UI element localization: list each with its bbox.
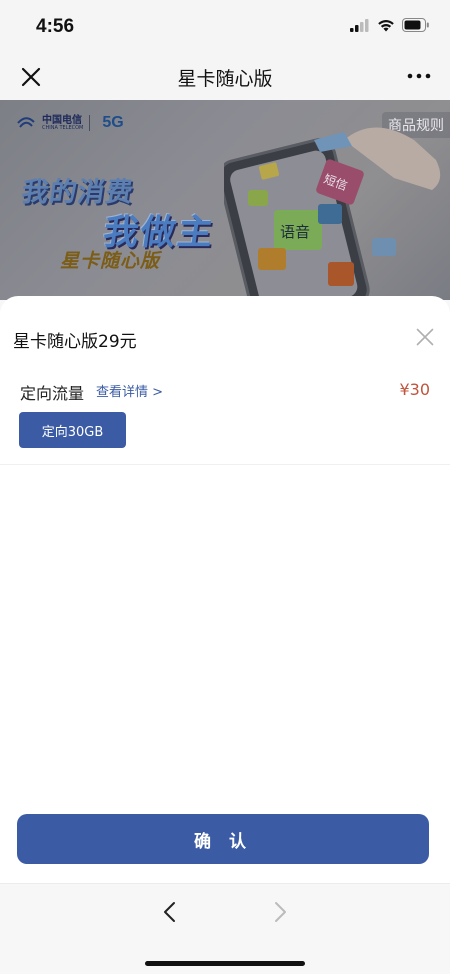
page-title: 星卡随心版 [177,68,273,90]
wifi-icon [378,19,394,31]
brand-5g: 5G [102,114,124,131]
view-details-link[interactable]: 查看详情 > [96,381,163,400]
status-bar: 4:56 [0,0,450,52]
sheet-close-icon[interactable] [416,328,434,346]
phone-illustration: 短信 语音 [224,127,441,300]
puzzle-label-voice: 语音 [280,223,310,241]
product-mark: 星卡随心版 [60,250,161,272]
brand-logo: 中国电信 CHINA TELECOM 5G [16,114,124,132]
package-selection-sheet: 星卡随心版29元 定向流量 查看详情 > ¥30 定向30GB 确 认 [0,296,450,883]
promo-banner: 中国电信 CHINA TELECOM 5G 商品规则 我的消费 我做主 星卡随心… [0,100,450,300]
data-plan-chip[interactable]: 定向30GB [19,412,126,448]
home-indicator [145,961,305,966]
telecom-logo-icon [17,117,35,128]
more-icon[interactable] [406,66,432,86]
nav-bar: 星卡随心版 [0,52,450,100]
brand-divider [89,115,91,131]
divider [0,464,450,465]
confirm-button[interactable]: 确 认 [17,814,429,864]
option-label: 定向流量 [20,384,85,403]
option-price: ¥30 [399,380,430,399]
status-icons [350,18,430,32]
signal-icon [350,18,369,32]
forward-icon[interactable] [270,900,290,924]
brand-name-en: CHINA TELECOM [42,124,84,131]
battery-icon [402,18,429,32]
back-icon[interactable] [160,900,180,924]
status-time: 4:56 [36,16,75,37]
sheet-title: 星卡随心版29元 [13,332,137,352]
